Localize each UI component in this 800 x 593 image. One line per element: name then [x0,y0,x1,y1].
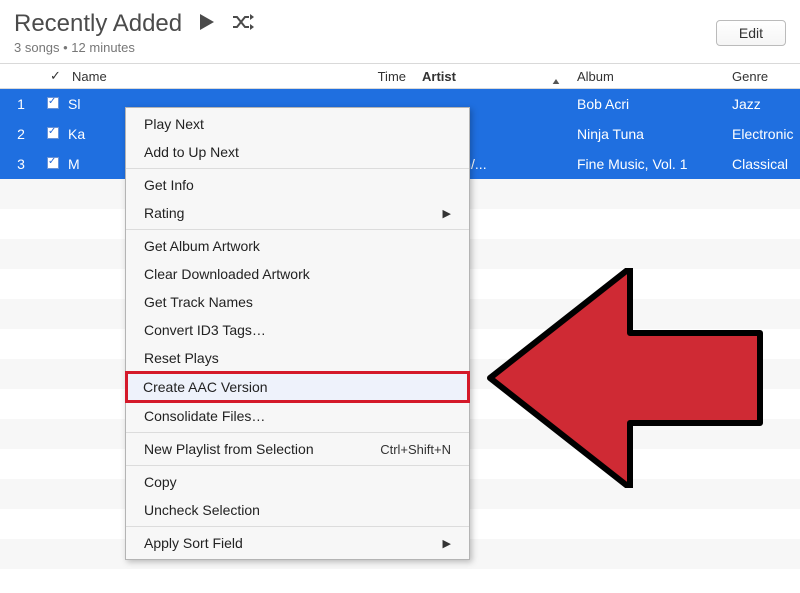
column-header-row: ✓ Name Time Artist Album Genre [0,63,800,89]
submenu-arrow-icon: ▶ [443,207,451,220]
column-genre[interactable]: Genre [724,69,800,84]
row-album: Ninja Tuna [569,126,724,142]
menu-apply-sort-field[interactable]: Apply Sort Field ▶ [126,529,469,557]
column-check[interactable]: ✓ [42,68,64,84]
menu-clear-downloaded-artwork[interactable]: Clear Downloaded Artwork [126,260,469,288]
menu-consolidate-files[interactable]: Consolidate Files… [126,402,469,430]
row-album: Bob Acri [569,96,724,112]
menu-add-up-next[interactable]: Add to Up Next [126,138,469,166]
menu-get-track-names[interactable]: Get Track Names [126,288,469,316]
menu-label: New Playlist from Selection [144,441,314,457]
edit-button[interactable]: Edit [716,20,786,46]
submenu-arrow-icon: ▶ [443,537,451,550]
menu-copy[interactable]: Copy [126,468,469,496]
column-album[interactable]: Album [569,69,724,84]
menu-get-album-artwork[interactable]: Get Album Artwork [126,232,469,260]
row-checkbox[interactable] [42,126,64,142]
menu-label: Copy [144,474,177,490]
menu-separator [126,432,469,433]
menu-label: Get Info [144,177,194,193]
row-album: Fine Music, Vol. 1 [569,156,724,172]
page-title: Recently Added [14,10,182,38]
menu-separator [126,229,469,230]
menu-convert-id3[interactable]: Convert ID3 Tags… [126,316,469,344]
menu-get-info[interactable]: Get Info [126,171,469,199]
menu-label: Clear Downloaded Artwork [144,266,310,282]
menu-label: Consolidate Files… [144,408,265,424]
row-number: 1 [0,96,42,112]
menu-separator [126,465,469,466]
menu-label: Create AAC Version [143,379,268,395]
row-checkbox[interactable] [42,96,64,112]
column-artist[interactable]: Artist [414,69,569,84]
menu-rating[interactable]: Rating ▶ [126,199,469,227]
context-menu: Play Next Add to Up Next Get Info Rating… [125,107,470,560]
menu-label: Get Track Names [144,294,253,310]
row-checkbox[interactable] [42,156,64,172]
menu-separator [126,526,469,527]
row-genre: Electronic [724,126,800,142]
row-genre: Classical [724,156,800,172]
column-time[interactable]: Time [359,69,414,84]
menu-label: Add to Up Next [144,144,239,160]
subtitle: 3 songs • 12 minutes [14,40,254,55]
menu-shortcut: Ctrl+Shift+N [380,442,451,457]
row-genre: Jazz [724,96,800,112]
menu-label: Reset Plays [144,350,219,366]
menu-play-next[interactable]: Play Next [126,110,469,138]
menu-label: Rating [144,205,184,221]
menu-label: Convert ID3 Tags… [144,322,266,338]
menu-label: Apply Sort Field [144,535,243,551]
menu-label: Get Album Artwork [144,238,260,254]
menu-create-aac-version[interactable]: Create AAC Version [125,371,470,403]
header: Recently Added 3 songs • 12 minutes Edit [0,0,800,63]
header-left: Recently Added 3 songs • 12 minutes [14,10,254,55]
column-artist-label: Artist [422,69,456,84]
row-number: 2 [0,126,42,142]
menu-label: Uncheck Selection [144,502,260,518]
shuffle-icon[interactable] [232,14,254,35]
menu-separator [126,168,469,169]
sort-ascending-icon [551,75,561,84]
menu-label: Play Next [144,116,204,132]
row-number: 3 [0,156,42,172]
play-icon[interactable] [198,13,216,36]
column-name[interactable]: Name [64,69,359,84]
menu-reset-plays[interactable]: Reset Plays [126,344,469,372]
menu-uncheck-selection[interactable]: Uncheck Selection [126,496,469,524]
menu-new-playlist-from-selection[interactable]: New Playlist from Selection Ctrl+Shift+N [126,435,469,463]
